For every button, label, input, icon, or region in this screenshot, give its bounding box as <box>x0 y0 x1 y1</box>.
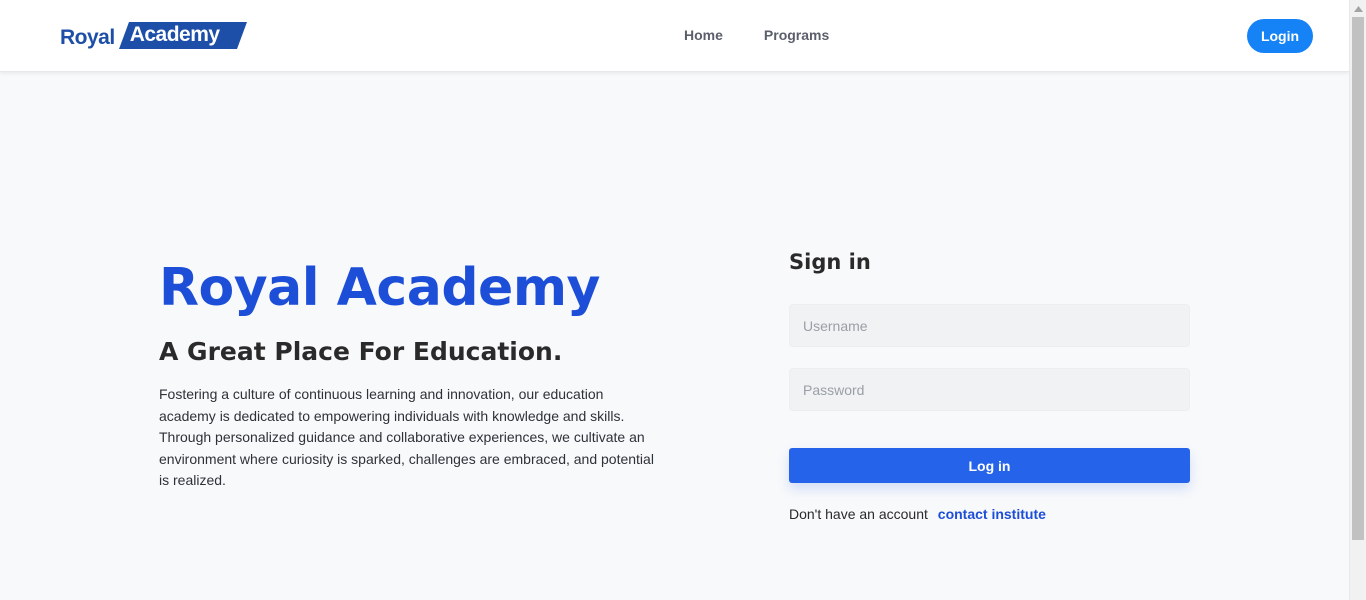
no-account-line: Don't have an account contact institute <box>789 506 1046 522</box>
hero-subtitle: A Great Place For Education. <box>159 337 563 366</box>
username-input[interactable] <box>789 304 1190 347</box>
brand-logo[interactable]: Royal Academy <box>60 20 247 50</box>
contact-institute-link[interactable]: contact institute <box>938 506 1046 522</box>
login-submit-button[interactable]: Log in <box>789 448 1190 483</box>
logo-text-royal: Royal <box>60 26 115 49</box>
scrollbar-thumb[interactable] <box>1352 17 1364 540</box>
site-header: Royal Academy Home Programs Login <box>0 0 1349 72</box>
header-login-button[interactable]: Login <box>1247 19 1313 53</box>
password-input[interactable] <box>789 368 1190 411</box>
nav-link-programs[interactable]: Programs <box>764 27 829 43</box>
page: Royal Academy Home Programs Login Royal … <box>0 0 1366 600</box>
main-nav: Home Programs <box>684 27 829 43</box>
logo-academy-badge: Academy <box>118 21 247 49</box>
hero-title: Royal Academy <box>159 258 600 318</box>
page-scrollbar[interactable] <box>1349 0 1366 600</box>
signin-title: Sign in <box>789 250 871 274</box>
scroll-up-arrow-icon[interactable] <box>1350 0 1366 17</box>
no-account-text: Don't have an account <box>789 506 928 522</box>
logo-text-academy: Academy <box>129 22 220 46</box>
hero-description: Fostering a culture of continuous learni… <box>159 386 654 489</box>
nav-link-home[interactable]: Home <box>684 27 723 43</box>
